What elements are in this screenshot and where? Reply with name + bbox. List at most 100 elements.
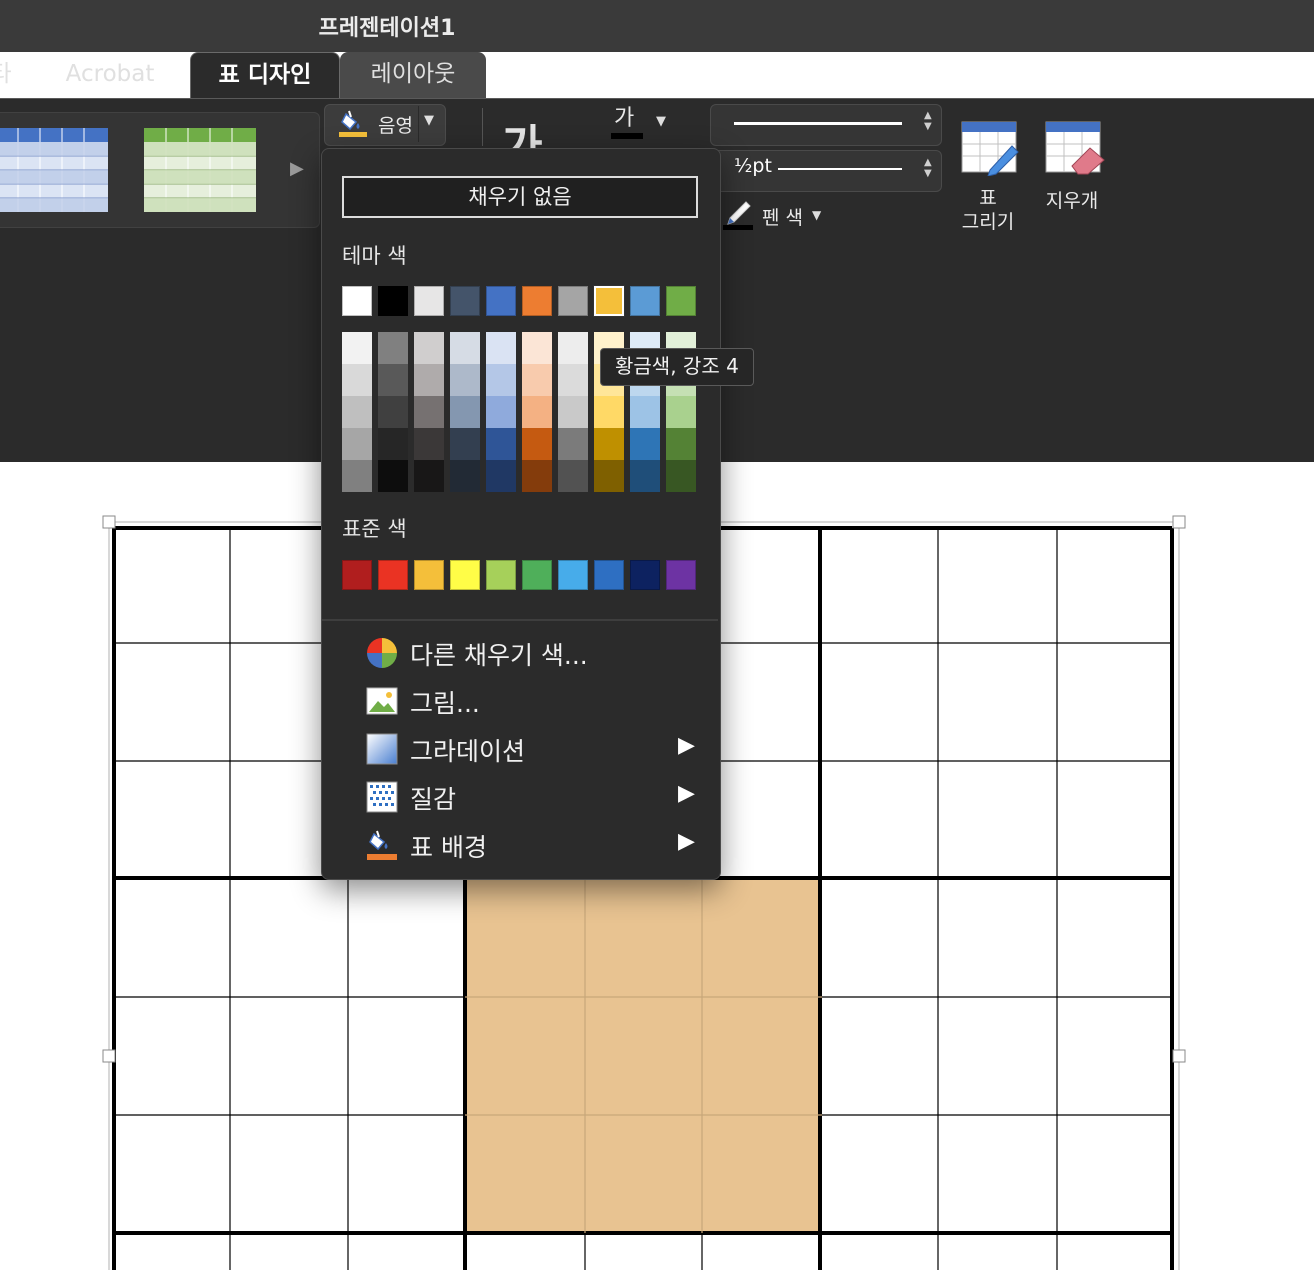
theme-shade-swatch[interactable] <box>486 364 516 396</box>
theme-shade-swatch[interactable] <box>666 396 696 428</box>
gallery-more-arrow-icon[interactable]: ▶ <box>290 158 304 179</box>
standard-color-swatch[interactable] <box>450 560 480 590</box>
theme-color-swatch[interactable] <box>666 286 696 316</box>
pen-color-icon[interactable] <box>722 198 756 230</box>
text-fill-chevron-down-icon[interactable]: ▼ <box>656 114 666 129</box>
theme-shade-swatch[interactable] <box>414 428 444 460</box>
border-weight-stepper-icon[interactable]: ▲ ▼ <box>924 157 932 179</box>
theme-shade-swatch[interactable] <box>342 364 372 396</box>
theme-shade-swatch[interactable] <box>486 460 516 492</box>
theme-shade-swatch[interactable] <box>522 460 552 492</box>
theme-shade-swatch[interactable] <box>414 364 444 396</box>
theme-shade-swatch[interactable] <box>450 396 480 428</box>
draw-table-icon[interactable] <box>960 120 1020 176</box>
no-fill-button[interactable]: 채우기 없음 <box>342 176 698 218</box>
theme-shade-swatch[interactable] <box>450 332 480 364</box>
theme-shade-swatch[interactable] <box>414 396 444 428</box>
texture-fill-item[interactable]: 질감 ▶ <box>322 773 718 819</box>
theme-shade-swatch[interactable] <box>558 364 588 396</box>
color-wheel-icon <box>367 638 397 668</box>
standard-color-swatch[interactable] <box>630 560 660 590</box>
shading-chevron-down-icon[interactable]: ▼ <box>424 113 434 128</box>
gradient-fill-item[interactable]: 그라데이션 ▶ <box>322 725 718 771</box>
standard-color-swatch[interactable] <box>378 560 408 590</box>
table-background-item[interactable]: 표 배경 ▶ <box>322 821 718 867</box>
draw-table-label-line1: 표 <box>979 187 997 209</box>
theme-color-swatch[interactable] <box>558 286 588 316</box>
more-fill-colors-item[interactable]: 다른 채우기 색... <box>322 629 718 675</box>
standard-color-swatch[interactable] <box>666 560 696 590</box>
theme-shade-swatch[interactable] <box>594 396 624 428</box>
theme-shade-swatch[interactable] <box>342 460 372 492</box>
theme-color-swatch[interactable] <box>593 285 625 317</box>
picture-fill-item[interactable]: 그림... <box>322 677 718 723</box>
tab-layout[interactable]: 레이아웃 <box>340 52 486 98</box>
table-style-green-thumbnail[interactable] <box>144 128 256 212</box>
theme-shade-swatch[interactable] <box>378 396 408 428</box>
border-style-select[interactable] <box>710 104 942 146</box>
theme-shade-swatch[interactable] <box>522 396 552 428</box>
theme-color-swatch[interactable] <box>630 286 660 316</box>
theme-shade-swatch[interactable] <box>486 396 516 428</box>
draw-table-label[interactable]: 표 그리기 <box>948 186 1028 234</box>
theme-color-swatch[interactable] <box>450 286 480 316</box>
theme-shade-swatch[interactable] <box>522 364 552 396</box>
theme-shade-swatch[interactable] <box>486 332 516 364</box>
standard-color-swatch[interactable] <box>342 560 372 590</box>
theme-shade-swatch[interactable] <box>594 460 624 492</box>
theme-color-swatch[interactable] <box>342 286 372 316</box>
theme-color-swatch[interactable] <box>378 286 408 316</box>
theme-shade-swatch[interactable] <box>630 396 660 428</box>
text-fill-glyph[interactable]: 가 <box>614 100 634 132</box>
standard-color-swatch[interactable] <box>414 560 444 590</box>
pen-color-chevron-down-icon[interactable]: ▼ <box>812 208 821 222</box>
theme-shade-swatch[interactable] <box>522 428 552 460</box>
table-background-submenu-arrow-icon: ▶ <box>678 829 695 854</box>
table-style-blue-thumbnail[interactable] <box>0 128 108 212</box>
theme-shade-swatch[interactable] <box>450 428 480 460</box>
theme-shade-swatch[interactable] <box>666 460 696 492</box>
border-style-stepper-icon[interactable]: ▲ ▼ <box>924 110 932 132</box>
standard-color-swatch[interactable] <box>486 560 516 590</box>
theme-shade-swatch[interactable] <box>558 332 588 364</box>
theme-shade-swatch[interactable] <box>594 428 624 460</box>
theme-shade-swatch[interactable] <box>378 460 408 492</box>
tab-table-design[interactable]: 표 디자인 <box>190 52 340 99</box>
wordart-quick-style-icon[interactable]: 가 <box>502 110 580 148</box>
theme-shade-swatch[interactable] <box>342 332 372 364</box>
theme-shade-swatch[interactable] <box>378 428 408 460</box>
picture-fill-label: 그림... <box>410 689 480 718</box>
theme-shade-swatch[interactable] <box>378 364 408 396</box>
picture-icon <box>366 687 398 715</box>
texture-submenu-arrow-icon: ▶ <box>678 781 695 806</box>
standard-color-swatch[interactable] <box>558 560 588 590</box>
theme-shade-swatch[interactable] <box>558 428 588 460</box>
theme-shade-swatch[interactable] <box>414 460 444 492</box>
theme-color-swatch[interactable] <box>414 286 444 316</box>
pen-color-label[interactable]: 펜 색 <box>762 203 803 230</box>
theme-color-swatch[interactable] <box>486 286 516 316</box>
eraser-label[interactable]: 지우개 <box>1030 186 1114 213</box>
theme-shade-swatch[interactable] <box>342 396 372 428</box>
theme-shade-swatch[interactable] <box>486 428 516 460</box>
theme-shade-swatch[interactable] <box>414 332 444 364</box>
resize-handle-top-right <box>1172 515 1186 529</box>
theme-shade-swatch[interactable] <box>558 396 588 428</box>
theme-shade-swatch[interactable] <box>342 428 372 460</box>
theme-shade-swatch[interactable] <box>522 332 552 364</box>
theme-shade-swatch[interactable] <box>558 460 588 492</box>
theme-color-swatch[interactable] <box>522 286 552 316</box>
resize-handle-mid-right <box>1172 1049 1186 1063</box>
tab-acrobat[interactable]: Acrobat <box>40 52 180 98</box>
theme-colors-label: 테마 색 <box>342 244 407 268</box>
standard-color-swatch[interactable] <box>594 560 624 590</box>
theme-shade-swatch[interactable] <box>450 460 480 492</box>
eraser-icon[interactable] <box>1044 120 1106 176</box>
tab-partial[interactable]: 타 <box>0 52 16 98</box>
theme-shade-swatch[interactable] <box>630 460 660 492</box>
theme-shade-swatch[interactable] <box>630 428 660 460</box>
standard-color-swatch[interactable] <box>522 560 552 590</box>
theme-shade-swatch[interactable] <box>450 364 480 396</box>
theme-shade-swatch[interactable] <box>666 428 696 460</box>
theme-shade-swatch[interactable] <box>378 332 408 364</box>
